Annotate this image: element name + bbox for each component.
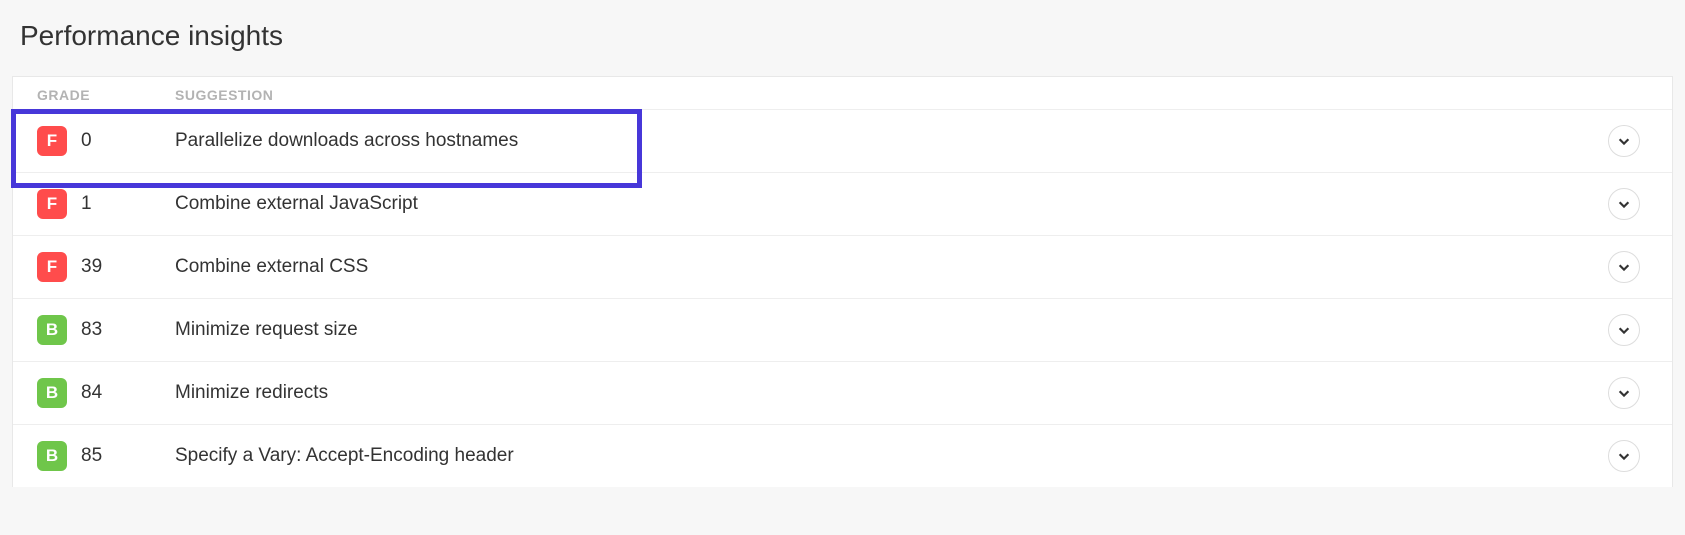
expand-button[interactable] — [1608, 251, 1640, 283]
grade-score: 84 — [81, 382, 102, 404]
insight-row[interactable]: B 84 Minimize redirects — [13, 361, 1672, 424]
expand-button[interactable] — [1608, 188, 1640, 220]
chevron-down-icon — [1617, 386, 1631, 400]
insight-row[interactable]: B 85 Specify a Vary: Accept-Encoding hea… — [13, 424, 1672, 487]
grade-score: 1 — [81, 193, 92, 215]
chevron-down-icon — [1617, 449, 1631, 463]
insight-row[interactable]: B 83 Minimize request size — [13, 298, 1672, 361]
expand-button[interactable] — [1608, 440, 1640, 472]
header-grade: GRADE — [37, 87, 175, 103]
grade-badge: B — [37, 315, 67, 345]
grade-score: 85 — [81, 445, 102, 467]
grade-score: 39 — [81, 256, 102, 278]
expand-button[interactable] — [1608, 125, 1640, 157]
expand-button[interactable] — [1608, 314, 1640, 346]
suggestion-text: Specify a Vary: Accept-Encoding header — [175, 445, 514, 466]
chevron-down-icon — [1617, 134, 1631, 148]
grade-badge: F — [37, 126, 67, 156]
insight-row[interactable]: F 0 Parallelize downloads across hostnam… — [13, 109, 1672, 172]
insight-row[interactable]: F 39 Combine external CSS — [13, 235, 1672, 298]
header-suggestion: SUGGESTION — [175, 87, 1608, 103]
suggestion-text: Minimize redirects — [175, 382, 328, 403]
suggestion-text: Minimize request size — [175, 319, 358, 340]
chevron-down-icon — [1617, 260, 1631, 274]
suggestion-text: Combine external JavaScript — [175, 193, 418, 214]
panel-title: Performance insights — [12, 12, 1673, 76]
grade-badge: B — [37, 378, 67, 408]
expand-button[interactable] — [1608, 377, 1640, 409]
grade-badge: F — [37, 252, 67, 282]
insight-row[interactable]: F 1 Combine external JavaScript — [13, 172, 1672, 235]
chevron-down-icon — [1617, 323, 1631, 337]
grade-score: 83 — [81, 319, 102, 341]
grade-badge: B — [37, 441, 67, 471]
grade-badge: F — [37, 189, 67, 219]
insights-table: GRADE SUGGESTION F 0 Parallelize downloa… — [12, 76, 1673, 487]
suggestion-text: Parallelize downloads across hostnames — [175, 130, 518, 151]
chevron-down-icon — [1617, 197, 1631, 211]
suggestion-text: Combine external CSS — [175, 256, 368, 277]
grade-score: 0 — [81, 130, 92, 152]
table-header: GRADE SUGGESTION — [13, 77, 1672, 109]
